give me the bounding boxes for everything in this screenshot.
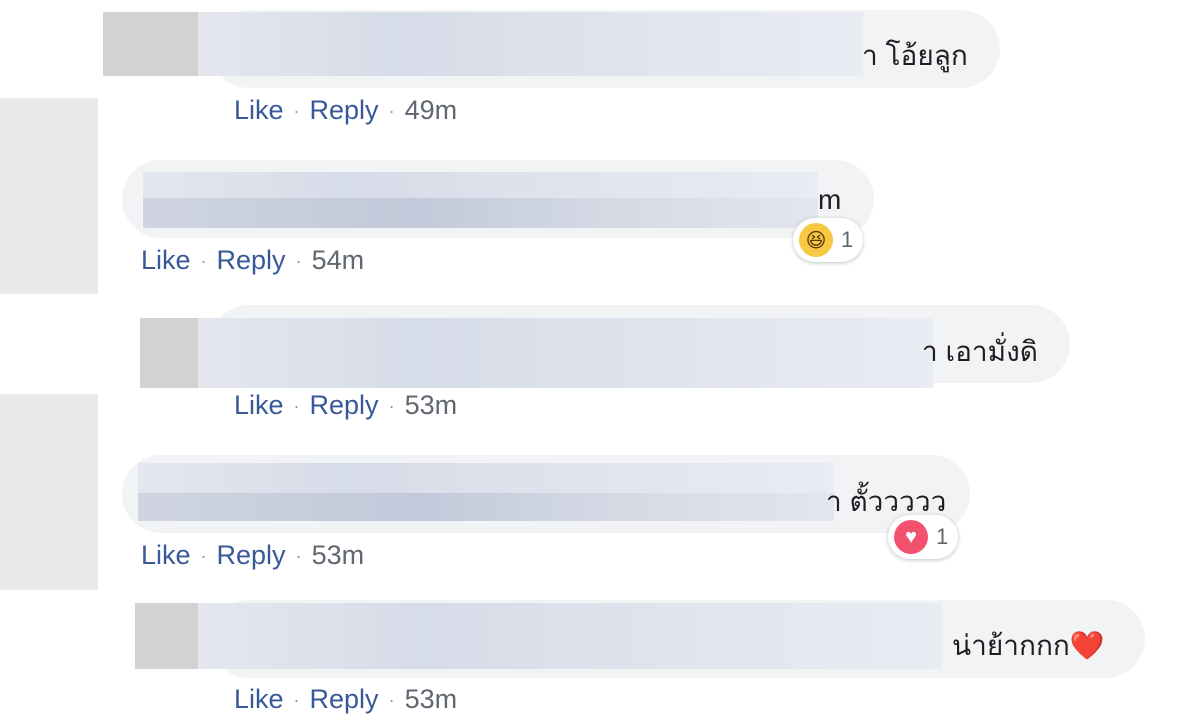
blurred-text (138, 463, 834, 493)
blurred-text (143, 198, 818, 228)
timestamp[interactable]: 53m (405, 684, 458, 714)
reaction-count: 1 (841, 227, 854, 252)
separator-dot: · (293, 396, 300, 417)
reply-link[interactable]: Reply (310, 684, 379, 714)
timestamp[interactable]: 53m (405, 390, 458, 420)
blurred-text (198, 12, 863, 76)
blurred-text (198, 603, 942, 669)
separator-dot: · (200, 546, 207, 567)
separator-dot: · (200, 251, 207, 272)
blurred-name (135, 603, 198, 669)
like-link[interactable]: Like (234, 95, 284, 125)
timestamp[interactable]: 53m (312, 540, 365, 570)
like-link[interactable]: Like (141, 245, 191, 275)
reply-link[interactable]: Reply (217, 540, 286, 570)
separator-dot: · (293, 690, 300, 711)
separator-dot: · (295, 546, 302, 567)
comment-text: m (818, 184, 842, 215)
comment-actions: Like · Reply · 53m (234, 390, 457, 421)
reaction-badge[interactable]: ♥ 1 (888, 515, 959, 559)
comment-text: น่าย้ากกก❤️ (952, 630, 1105, 661)
like-link[interactable]: Like (141, 540, 191, 570)
timestamp[interactable]: 49m (405, 95, 458, 125)
separator-dot: · (388, 690, 395, 711)
blurred-avatar (0, 98, 98, 294)
separator-dot: · (388, 396, 395, 417)
blurred-text (198, 318, 933, 388)
comment-text: า เอามั่งดิ (922, 336, 1038, 367)
blurred-name (103, 12, 198, 76)
comment-actions: Like · Reply · 53m (141, 540, 364, 571)
like-link[interactable]: Like (234, 390, 284, 420)
reply-link[interactable]: Reply (217, 245, 286, 275)
reaction-count: 1 (936, 524, 949, 549)
separator-dot: · (388, 101, 395, 122)
separator-dot: · (295, 251, 302, 272)
love-icon: ♥ (894, 520, 928, 554)
comment-actions: Like · Reply · 54m (141, 245, 364, 276)
reaction-badge[interactable]: 😆 1 (793, 218, 864, 262)
reply-link[interactable]: Reply (310, 390, 379, 420)
like-link[interactable]: Like (234, 684, 284, 714)
blurred-name (140, 318, 198, 388)
reply-link[interactable]: Reply (310, 95, 379, 125)
haha-icon: 😆 (799, 223, 833, 257)
blurred-text (143, 172, 818, 198)
comment-text: า โอ้ยลูก (862, 40, 968, 71)
blurred-avatar (0, 394, 98, 590)
timestamp[interactable]: 54m (312, 245, 365, 275)
comment-actions: Like · Reply · 49m (234, 95, 457, 126)
comment-actions: Like · Reply · 53m (234, 684, 457, 715)
separator-dot: · (293, 101, 300, 122)
blurred-text (138, 493, 834, 521)
